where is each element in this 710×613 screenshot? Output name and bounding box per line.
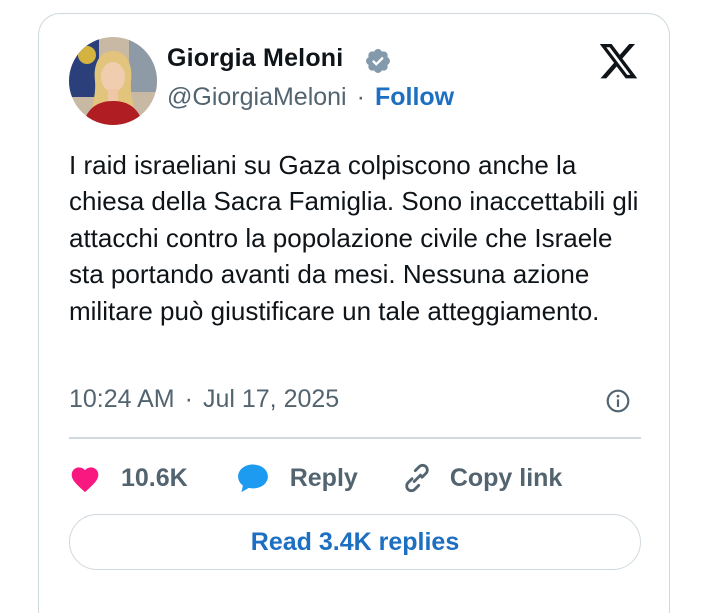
heart-icon xyxy=(71,467,99,493)
separator-dot: · xyxy=(184,385,193,413)
read-replies-button[interactable]: Read 3.4K replies xyxy=(69,514,641,570)
reply-bubble-icon xyxy=(237,464,268,493)
verified-badge-icon xyxy=(366,49,390,73)
tweet-text: I raid israeliani su Gaza colpiscono anc… xyxy=(69,150,639,326)
link-icon xyxy=(405,463,429,493)
tweet-date: Jul 17, 2025 xyxy=(202,385,340,413)
copy-link-label: Copy link xyxy=(449,463,563,492)
read-replies-label: Read 3.4K replies xyxy=(250,527,460,556)
follow-button[interactable]: Follow xyxy=(375,83,454,112)
tweet-card: Giorgia Meloni @GiorgiaMeloni · Follow I… xyxy=(38,13,670,613)
handle-row: @GiorgiaMeloni · Follow xyxy=(167,83,454,112)
action-bar: 10.6K Reply Copy link xyxy=(69,458,562,498)
author-name[interactable]: Giorgia Meloni xyxy=(167,44,343,73)
reply-label: Reply xyxy=(289,463,358,492)
info-icon[interactable] xyxy=(605,388,631,414)
divider xyxy=(69,437,641,439)
x-logo-icon[interactable] xyxy=(599,44,639,80)
separator-dot: · xyxy=(356,83,365,111)
like-button[interactable]: 10.6K xyxy=(69,463,188,493)
author-handle[interactable]: @GiorgiaMeloni xyxy=(167,83,347,112)
like-count: 10.6K xyxy=(121,463,188,492)
timestamp[interactable]: 10:24 AM · Jul 17, 2025 xyxy=(69,385,339,414)
avatar[interactable] xyxy=(69,37,157,125)
reply-button[interactable]: Reply xyxy=(236,462,358,494)
copy-link-button[interactable]: Copy link xyxy=(400,461,563,495)
tweet-time: 10:24 AM xyxy=(69,385,175,413)
